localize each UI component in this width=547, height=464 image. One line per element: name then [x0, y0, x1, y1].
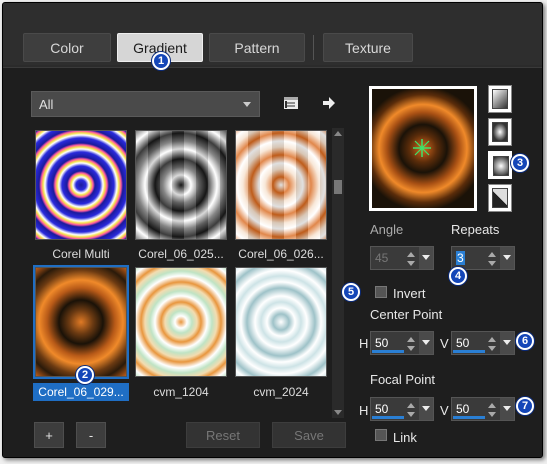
callout-7: 7	[516, 397, 534, 415]
radial-icon	[493, 156, 509, 176]
callout-4: 4	[449, 267, 467, 285]
focal-h-level	[372, 416, 404, 419]
center-h-stepper-icon[interactable]	[406, 335, 416, 353]
center-v-dropdown-icon[interactable]	[500, 332, 514, 354]
center-h-dropdown-icon[interactable]	[419, 332, 433, 354]
gradient-thumb-cvm-1204[interactable]	[133, 265, 229, 379]
repeats-stepper-icon[interactable]	[487, 250, 497, 268]
center-v-stepper-icon[interactable]	[487, 335, 497, 353]
tab-color[interactable]: Color	[23, 33, 111, 62]
link-label[interactable]: Link	[393, 430, 417, 445]
thumb-label: cvm_1204	[153, 385, 209, 399]
link-checkbox[interactable]	[375, 429, 387, 441]
angle-label: Angle	[370, 222, 404, 237]
save-button[interactable]: Save	[272, 422, 346, 448]
focal-h-value[interactable]: 50	[375, 402, 388, 416]
tab-bar: Color Gradient Pattern Texture	[3, 3, 542, 65]
linear-icon	[492, 89, 508, 109]
gradient-preview	[369, 86, 477, 211]
category-dropdown-value: All	[39, 96, 54, 112]
gradient-swatch	[235, 267, 327, 377]
sunburst-gradient-type-button[interactable]	[488, 184, 512, 212]
tab-texture[interactable]: Texture	[323, 33, 413, 62]
gradient-swatch	[35, 267, 127, 377]
center-h-spinner[interactable]: 50	[370, 331, 434, 355]
category-dropdown[interactable]: All	[31, 91, 260, 117]
center-v-label: V	[440, 336, 449, 351]
invert-checkbox[interactable]	[375, 286, 387, 298]
gradient-swatch	[235, 130, 327, 240]
callout-3: 3	[511, 154, 529, 172]
center-h-label: H	[359, 336, 369, 351]
center-point-label: Center Point	[370, 307, 443, 322]
center-v-value[interactable]: 50	[456, 336, 469, 350]
library-icon[interactable]	[281, 93, 301, 113]
arrow-right-icon[interactable]	[319, 93, 339, 113]
callout-6: 6	[516, 332, 534, 350]
focal-v-label: V	[440, 403, 449, 418]
center-v-level	[453, 350, 485, 353]
scroll-down-icon[interactable]	[334, 410, 342, 415]
tab-pattern[interactable]: Pattern	[209, 33, 305, 62]
center-marker-icon[interactable]	[412, 138, 432, 158]
focal-h-label: H	[359, 403, 369, 418]
gradient-thumb-corel-06-025[interactable]	[133, 128, 229, 242]
focal-v-stepper-icon[interactable]	[487, 401, 497, 419]
gradient-swatch	[35, 130, 127, 240]
focal-h-dropdown-icon[interactable]	[419, 398, 433, 420]
repeats-value[interactable]: 3	[456, 251, 465, 265]
angle-spinner[interactable]: 45	[370, 246, 434, 270]
thumb-label: Corel Multi	[52, 247, 110, 261]
gradient-thumb-corel-06-026[interactable]	[233, 128, 329, 242]
thumb-label: cvm_2024	[253, 385, 309, 399]
center-h-value[interactable]: 50	[375, 336, 388, 350]
focal-v-value[interactable]: 50	[456, 402, 469, 416]
center-v-spinner[interactable]: 50	[451, 331, 515, 355]
gradient-swatch	[135, 267, 227, 377]
center-h-level	[372, 350, 404, 353]
radial-gradient-type-button[interactable]	[488, 151, 512, 179]
add-button[interactable]: +	[34, 422, 64, 448]
angle-dropdown-icon[interactable]	[419, 247, 433, 269]
callout-5: 5	[342, 283, 360, 301]
gradient-thumb-corel-06-029[interactable]	[33, 265, 129, 379]
rectangular-gradient-type-button[interactable]	[488, 118, 512, 146]
scroll-thumb[interactable]	[334, 180, 342, 194]
invert-label[interactable]: Invert	[393, 286, 426, 301]
sunburst-icon	[492, 188, 508, 208]
callout-1: 1	[152, 52, 170, 70]
focal-point-label: Focal Point	[370, 372, 436, 387]
gradient-thumb-cvm-2024[interactable]	[233, 265, 329, 379]
linear-gradient-type-button[interactable]	[488, 85, 512, 113]
thumbnail-scrollbar[interactable]	[332, 128, 344, 418]
repeats-dropdown-icon[interactable]	[500, 247, 514, 269]
angle-stepper-icon[interactable]	[406, 250, 416, 268]
tab-separator	[313, 35, 314, 60]
callout-2: 2	[76, 366, 94, 384]
rectangular-icon	[492, 122, 508, 142]
thumb-label: Corel_06_029...	[33, 383, 129, 401]
focal-v-spinner[interactable]: 50	[451, 397, 515, 421]
thumb-label: Corel_06_026...	[238, 247, 324, 261]
gradient-thumb-corel-multi[interactable]	[33, 128, 129, 242]
angle-value: 45	[375, 251, 389, 265]
scroll-up-icon[interactable]	[334, 131, 342, 136]
focal-h-stepper-icon[interactable]	[406, 401, 416, 419]
focal-v-dropdown-icon[interactable]	[500, 398, 514, 420]
reset-button[interactable]: Reset	[186, 422, 260, 448]
repeats-label: Repeats	[451, 222, 500, 237]
gradient-swatch	[135, 130, 227, 240]
remove-button[interactable]: -	[76, 422, 106, 448]
chevron-down-icon	[243, 102, 251, 107]
focal-h-spinner[interactable]: 50	[370, 397, 434, 421]
focal-v-level	[453, 416, 485, 419]
thumb-label: Corel_06_025...	[138, 247, 224, 261]
